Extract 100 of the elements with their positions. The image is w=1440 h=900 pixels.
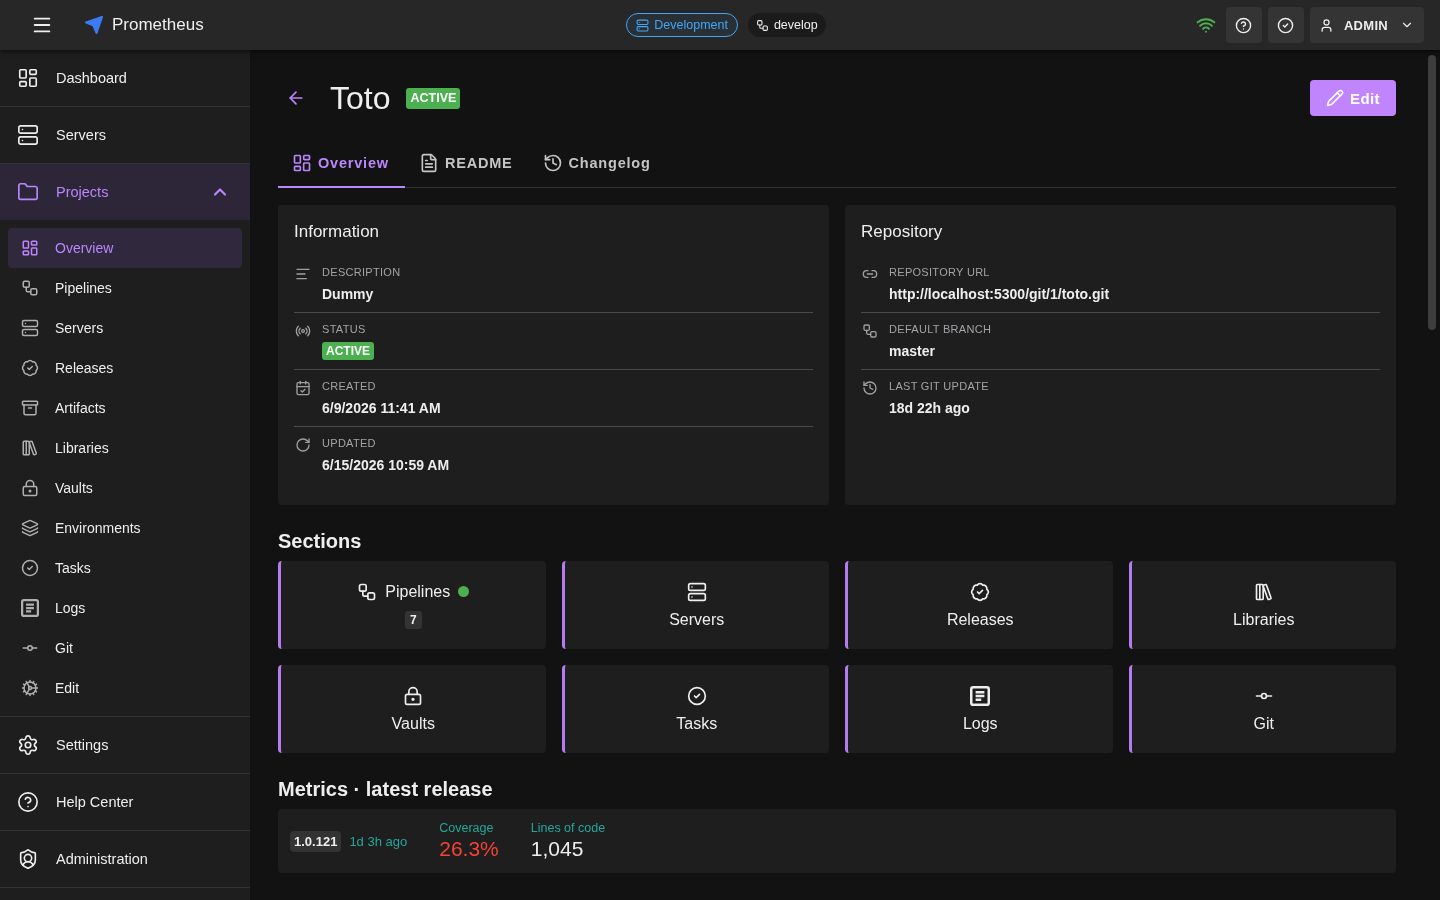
field-label: DESCRIPTION: [322, 265, 401, 280]
sidebar-subitem[interactable]: Releases: [8, 348, 242, 388]
tab[interactable]: Changelog: [528, 140, 667, 188]
sidebar-subitem[interactable]: Environments: [8, 508, 242, 548]
field-value: Dummy: [322, 285, 374, 304]
sidebar-item[interactable]: Servers: [0, 107, 250, 163]
environment-chip[interactable]: Development: [626, 13, 738, 37]
calendar-icon: [295, 380, 311, 396]
field-value: 6/15/2026 10:59 AM: [322, 456, 450, 475]
field-label: REPOSITORY URL: [889, 265, 990, 280]
section-tile[interactable]: Releases: [845, 561, 1113, 649]
sidebar-subitem[interactable]: Edit: [8, 668, 242, 708]
sidebar-item[interactable]: Projects: [0, 164, 250, 220]
section-tile[interactable]: Tasks: [561, 665, 829, 753]
tasks-button[interactable]: [1267, 7, 1304, 43]
folder-icon: [17, 181, 39, 203]
stat-value: 1,045: [530, 836, 585, 862]
server-icon: [636, 18, 650, 32]
check-circle-icon: [1277, 16, 1295, 34]
history-icon: [542, 153, 563, 173]
refresh-icon: [295, 437, 311, 453]
archive-icon: [21, 399, 39, 417]
page-title: Toto: [330, 79, 391, 118]
gear-icon: [17, 734, 39, 756]
sidebar-subitem[interactable]: Overview: [8, 228, 242, 268]
sidebar-subitem[interactable]: Servers: [8, 308, 242, 348]
books-icon: [21, 439, 39, 457]
field-value: http://localhost:5300/git/1/toto.git: [889, 285, 1110, 304]
sidebar-subitem[interactable]: Git: [8, 628, 242, 668]
shield-user-icon: [17, 848, 39, 870]
help-button[interactable]: [1225, 7, 1262, 43]
paper-plane-icon: [84, 15, 104, 35]
stat-label: Coverage: [439, 820, 495, 836]
books-icon: [1253, 581, 1274, 602]
flowchart-icon: [862, 323, 878, 339]
section-tile[interactable]: Servers: [561, 561, 829, 649]
release-age: 1d 3h ago: [349, 833, 408, 849]
dashboard-icon: [21, 239, 39, 257]
section-tile[interactable]: Logs: [845, 665, 1113, 753]
card-title: Information: [294, 221, 381, 243]
flowchart-icon: [357, 581, 378, 602]
cog-icon: [21, 679, 39, 697]
lines-icon: [295, 266, 311, 282]
badge-check-icon: [970, 581, 991, 602]
user-menu-button[interactable]: ADMIN: [1309, 7, 1424, 43]
field-label: CREATED: [322, 379, 376, 394]
section-tile[interactable]: Libraries: [1128, 561, 1396, 649]
sidebar-item[interactable]: Dashboard: [0, 50, 250, 106]
sidebar-subitem[interactable]: Libraries: [8, 428, 242, 468]
wifi-icon: [1195, 15, 1216, 35]
version-chip: 1.0.121: [290, 830, 342, 852]
sidebar-item[interactable]: Settings: [0, 717, 250, 773]
sidebar-subitem[interactable]: Vaults: [8, 468, 242, 508]
section-tile[interactable]: Vaults: [278, 665, 546, 753]
broadcast-icon: [295, 323, 311, 339]
tab[interactable]: Overview: [278, 140, 405, 188]
sidebar-subitem[interactable]: Tasks: [8, 548, 242, 588]
server-icon: [17, 124, 39, 146]
field-label: LAST GIT UPDATE: [889, 379, 989, 394]
lock-icon: [403, 685, 424, 706]
sidebar-item[interactable]: Help Center: [0, 774, 250, 830]
history-icon: [862, 380, 878, 396]
layers-icon: [21, 519, 39, 537]
document-icon: [970, 685, 991, 706]
status-badge: ACTIVE: [322, 342, 374, 360]
section-tile[interactable]: Pipelines 7: [278, 561, 546, 649]
document-icon: [21, 599, 39, 617]
sidebar-item[interactable]: Administration: [0, 831, 250, 887]
sidebar-subitem[interactable]: Logs: [8, 588, 242, 628]
tab[interactable]: README: [404, 140, 529, 188]
card-title: Repository: [861, 221, 944, 243]
sidebar-subitem[interactable]: Pipelines: [8, 268, 242, 308]
server-icon: [21, 319, 39, 337]
section-heading: Sections: [278, 529, 363, 553]
field-value: 6/9/2026 11:41 AM: [322, 399, 441, 418]
status-badge: ACTIVE: [406, 87, 461, 109]
lock-icon: [21, 479, 39, 497]
field-label: DEFAULT BRANCH: [889, 322, 992, 337]
dashboard-icon: [292, 153, 312, 173]
section-tile[interactable]: Git: [1128, 665, 1396, 753]
badge-check-icon: [21, 359, 39, 377]
server-icon: [686, 581, 707, 602]
stat-label: Lines of code: [530, 820, 606, 836]
section-heading: Metrics · latest release: [278, 777, 494, 801]
help-icon: [1235, 16, 1253, 34]
check-circle-icon: [686, 685, 707, 706]
scrollbar-thumb[interactable]: [1428, 55, 1436, 330]
check-circle-icon: [21, 559, 39, 577]
field-value: 18d 22h ago: [889, 399, 970, 418]
field-label: UPDATED: [322, 436, 376, 451]
user-icon: [1318, 17, 1334, 33]
app-name: Prometheus: [112, 15, 204, 35]
count-badge: 7: [404, 610, 422, 629]
pencil-icon: [1326, 89, 1345, 107]
dashboard-icon: [17, 67, 39, 89]
branch-chip[interactable]: develop: [747, 13, 826, 37]
stat-value: 26.3%: [439, 836, 499, 862]
help-icon: [17, 791, 39, 813]
sidebar-subitem[interactable]: Artifacts: [8, 388, 242, 428]
field-label: STATUS: [322, 322, 366, 337]
